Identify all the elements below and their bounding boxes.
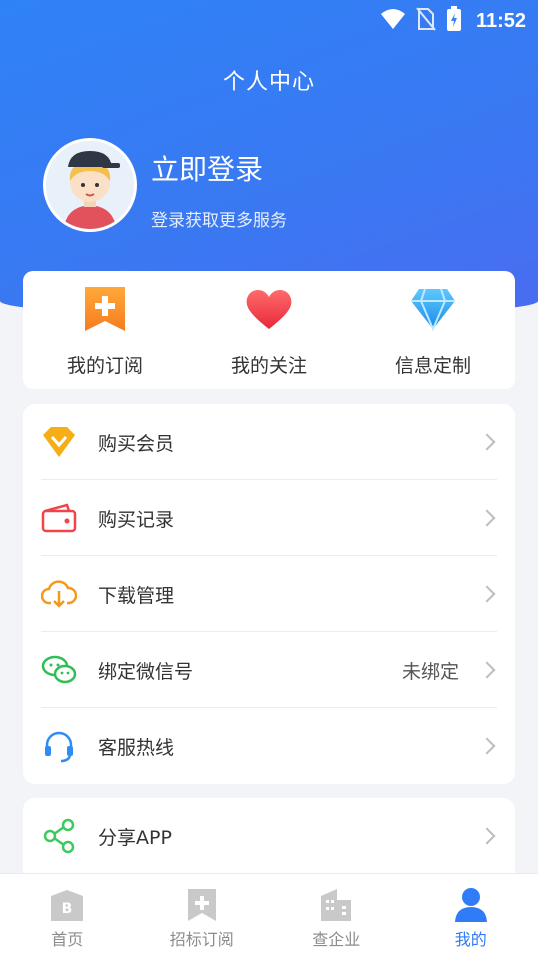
- menu-list: 购买会员 购买记录 下载管理 绑定微信号 未绑定 客服热线: [23, 404, 515, 784]
- menu-item-label: 客服热线: [98, 736, 175, 759]
- tab-company[interactable]: 查企业: [269, 874, 404, 958]
- login-subtitle: 登录获取更多服务: [151, 211, 287, 231]
- status-bar: 11:52: [0, 0, 538, 38]
- no-sim-icon: [416, 7, 436, 35]
- cloud-download-icon: [41, 576, 77, 612]
- chevron-right-icon: [478, 827, 496, 845]
- chevron-right-icon: [478, 433, 496, 451]
- svg-text:B: B: [62, 901, 73, 917]
- tab-label: 查企业: [312, 930, 361, 949]
- building-icon: [317, 886, 355, 924]
- tab-label: 我的: [454, 930, 487, 949]
- quick-action-label: 我的关注: [230, 355, 307, 377]
- profile-header: 11:52 个人中心 立即登录 登录获取更多服务: [0, 0, 538, 315]
- tab-label: 首页: [51, 930, 84, 949]
- quick-action-subscriptions[interactable]: 我的订阅: [23, 271, 187, 389]
- tab-label: 招标订阅: [169, 930, 234, 949]
- user-icon: [452, 886, 490, 924]
- bookmark-plus-icon: [81, 285, 129, 333]
- wifi-icon: [380, 8, 406, 34]
- login-title[interactable]: 立即登录: [151, 148, 263, 188]
- quick-action-follows[interactable]: 我的关注: [187, 271, 351, 389]
- menu-item-bind-wechat[interactable]: 绑定微信号 未绑定: [23, 632, 515, 708]
- chevron-right-icon: [478, 509, 496, 527]
- subscribe-icon: [183, 886, 221, 924]
- quick-actions-card: 我的订阅 我的关注 信息定制: [23, 271, 515, 389]
- tab-mine[interactable]: 我的: [404, 874, 538, 958]
- bottom-tab-bar: B 首页 招标订阅 查企业 我的: [0, 873, 538, 958]
- chevron-right-icon: [478, 661, 496, 679]
- quick-action-customize[interactable]: 信息定制: [351, 271, 515, 389]
- menu-item-label: 购买记录: [98, 508, 175, 531]
- menu-item-label: 购买会员: [98, 432, 175, 455]
- menu-item-label: 分享APP: [98, 826, 172, 849]
- avatar[interactable]: [43, 138, 137, 232]
- menu-item-label: 绑定微信号: [98, 660, 194, 683]
- vip-diamond-icon: [41, 424, 77, 460]
- wallet-icon: [41, 500, 77, 536]
- page-title: 个人中心: [222, 70, 315, 95]
- chevron-right-icon: [478, 585, 496, 603]
- heart-icon: [245, 285, 293, 333]
- wechat-icon: [41, 652, 77, 688]
- menu-item-share-app[interactable]: 分享APP: [23, 798, 515, 874]
- quick-action-label: 信息定制: [394, 355, 471, 377]
- wechat-bind-status: 未绑定: [401, 660, 459, 683]
- status-time: 11:52: [475, 9, 526, 32]
- tab-home[interactable]: B 首页: [0, 874, 135, 958]
- quick-action-label: 我的订阅: [66, 355, 143, 377]
- diamond-icon: [409, 285, 457, 333]
- menu-item-buy-vip[interactable]: 购买会员: [23, 404, 515, 480]
- share-icon: [41, 818, 77, 854]
- menu-item-label: 下载管理: [98, 584, 175, 607]
- headset-icon: [41, 728, 77, 764]
- home-icon: B: [48, 886, 86, 924]
- menu-item-customer-service[interactable]: 客服热线: [23, 708, 515, 784]
- tab-subscribe[interactable]: 招标订阅: [135, 874, 270, 958]
- menu-item-purchase-history[interactable]: 购买记录: [23, 480, 515, 556]
- chevron-right-icon: [478, 737, 496, 755]
- battery-charging-icon: [446, 6, 462, 36]
- menu-item-download-manager[interactable]: 下载管理: [23, 556, 515, 632]
